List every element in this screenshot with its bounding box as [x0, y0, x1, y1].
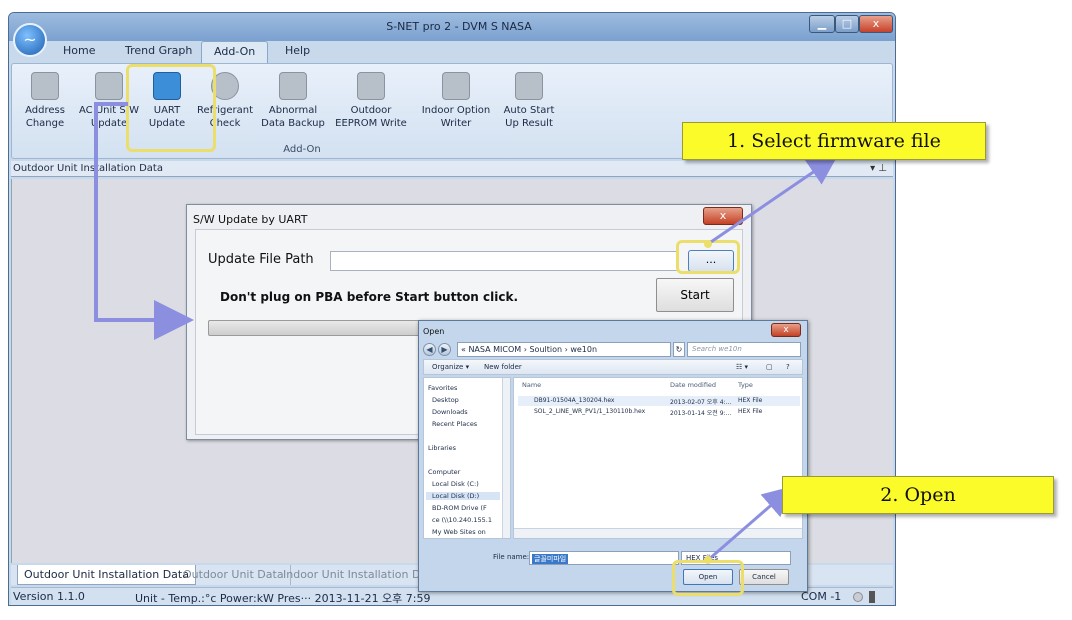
- tab-home[interactable]: Home: [63, 44, 95, 57]
- dialog-close-button[interactable]: x: [703, 207, 743, 225]
- auto-start-up-result-button[interactable]: Auto Start Up Result: [496, 68, 562, 144]
- panel-header: Outdoor Unit Installation Data ▾ ⊥: [11, 161, 893, 177]
- sidebar-item-local-disk-d[interactable]: Local Disk (D:): [426, 492, 500, 500]
- update-file-path-input[interactable]: [330, 251, 678, 271]
- file-name-input[interactable]: 글꼴미파일: [529, 551, 679, 565]
- tab-help[interactable]: Help: [285, 44, 310, 57]
- minimize-button[interactable]: ▁: [809, 15, 835, 33]
- sidebar-item-network-share[interactable]: ce (\\10.240.155.1: [432, 516, 492, 524]
- sidebar-item-my-web-sites[interactable]: My Web Sites on: [432, 528, 486, 536]
- pin-icon[interactable]: ▾ ⊥: [870, 161, 887, 176]
- ribbon-label: Data Backup: [261, 118, 325, 129]
- sidebar-item-local-disk-c[interactable]: Local Disk (C:): [432, 480, 479, 488]
- close-button[interactable]: x: [859, 15, 893, 33]
- address-change-button[interactable]: Address Change: [12, 68, 78, 144]
- callout-select-firmware: 1. Select firmware file: [682, 122, 986, 160]
- abnormal-data-backup-button[interactable]: Abnormal Data Backup: [260, 68, 326, 144]
- sidebar-item-downloads[interactable]: Downloads: [432, 408, 468, 416]
- file-type: HEX File: [738, 408, 763, 415]
- file-date: 2013-01-14 오전 9:...: [670, 410, 732, 417]
- open-dialog-title: Open: [423, 327, 445, 336]
- horizontal-scrollbar[interactable]: [514, 528, 802, 538]
- back-icon[interactable]: ◀: [423, 343, 436, 356]
- panel-title: Outdoor Unit Installation Data: [13, 163, 163, 174]
- layers-icon: [442, 72, 470, 100]
- sync-arrows-icon: [95, 72, 123, 100]
- open-dialog-toolbar: Organize ▾ New folder ☷ ▾ ▢ ?: [423, 359, 803, 375]
- sidebar-item-recent-places[interactable]: Recent Places: [432, 420, 477, 428]
- file-date: 2013-02-07 오후 4:...: [670, 399, 732, 406]
- sidebar-item-desktop[interactable]: Desktop: [432, 396, 459, 404]
- ribbon-label: Change: [25, 118, 65, 129]
- grip-icon: [869, 591, 875, 603]
- preview-pane-icon[interactable]: ▢: [766, 363, 773, 371]
- indoor-option-writer-button[interactable]: Indoor Option Writer: [418, 68, 494, 144]
- sidebar-item-computer[interactable]: Computer: [428, 468, 460, 476]
- menu-tabs: Home Trend Graph Add-On Help: [9, 41, 895, 64]
- status-units: Unit - Temp.:°c Power:kW Pres··· 2013-11…: [135, 592, 431, 605]
- file-name: SOL_2_LINE_WR_PV1/1_130110b.hex: [534, 408, 646, 415]
- column-date-modified[interactable]: Date modified: [670, 381, 716, 389]
- file-row[interactable]: DB91-01504A_130204.hex 2013-02-07 오후 4:.…: [518, 396, 800, 406]
- organize-button[interactable]: Organize ▾: [432, 363, 469, 371]
- sidebar-item-favorites[interactable]: Favorites: [428, 384, 457, 392]
- file-type: HEX File: [738, 397, 763, 404]
- ribbon-label: Address: [25, 105, 65, 116]
- new-folder-button[interactable]: New folder: [484, 363, 522, 371]
- dialog-title: S/W Update by UART: [193, 213, 308, 226]
- file-name-value: 글꼴미파일: [532, 554, 569, 564]
- pulse-icon[interactable]: ~: [13, 23, 47, 57]
- ribbon-label: Auto Start: [503, 105, 555, 116]
- report-search-icon: [515, 72, 543, 100]
- sidebar-item-bd-rom[interactable]: BD-ROM Drive (F: [432, 504, 487, 512]
- ribbon-label: Writer: [440, 118, 472, 129]
- ribbon-label: Up Result: [505, 118, 553, 129]
- file-name: DB91-01504A_130204.hex: [534, 397, 615, 404]
- sidebar-scrollbar[interactable]: [502, 378, 510, 538]
- ribbon-label: Abnormal: [268, 105, 318, 116]
- navigation-bar: ◀ ▶ « NASA MICOM › Soultion › we10n ↻ Se…: [423, 341, 803, 357]
- sidebar-item-libraries[interactable]: Libraries: [428, 444, 456, 452]
- uart-update-highlight: [126, 64, 216, 152]
- ribbon-label: Indoor Option: [421, 105, 491, 116]
- update-file-path-label: Update File Path: [208, 252, 314, 267]
- open-highlight: [672, 560, 744, 596]
- screenshot-root: S-NET pro 2 - DVM S NASA ▁ □ x ~ Home Tr…: [0, 0, 1072, 620]
- column-type[interactable]: Type: [738, 381, 753, 389]
- callout-open: 2. Open: [782, 476, 1054, 514]
- status-version: Version 1.1.0: [13, 590, 85, 603]
- tab-trend-graph[interactable]: Trend Graph: [125, 44, 192, 57]
- refresh-icon[interactable]: ↻: [673, 342, 685, 357]
- tab-add-on[interactable]: Add-On: [201, 41, 269, 64]
- search-input[interactable]: Search we10n: [687, 342, 801, 357]
- tab-outdoor-unit-installation-data[interactable]: Outdoor Unit Installation Data: [17, 565, 196, 585]
- file-row[interactable]: SOL_2_LINE_WR_PV1/1_130110b.hex 2013-01-…: [518, 407, 800, 417]
- navigation-pane: Favorites Desktop Downloads Recent Place…: [423, 377, 511, 539]
- file-name-label: File name:: [493, 553, 530, 561]
- help-icon[interactable]: ?: [786, 363, 790, 371]
- title-bar: S-NET pro 2 - DVM S NASA ▁ □ x: [9, 13, 895, 41]
- connection-led-icon: [853, 592, 863, 602]
- download-tray-icon: [279, 72, 307, 100]
- eeprom-chip-icon: [357, 72, 385, 100]
- outdoor-eeprom-write-button[interactable]: Outdoor EEPROM Write: [334, 68, 408, 144]
- cancel-button[interactable]: Cancel: [739, 569, 789, 585]
- start-button[interactable]: Start: [656, 278, 734, 312]
- pba-warning: Don't plug on PBA before Start button cl…: [220, 290, 519, 304]
- address-bar[interactable]: « NASA MICOM › Soultion › we10n: [457, 342, 671, 357]
- browse-highlight: [676, 240, 740, 274]
- window-title: S-NET pro 2 - DVM S NASA: [386, 20, 532, 33]
- address-change-icon: [31, 72, 59, 100]
- ribbon-group-label: Add-On: [283, 144, 321, 155]
- view-options-icon[interactable]: ☷ ▾: [736, 363, 748, 371]
- ribbon-label: Outdoor: [350, 105, 392, 116]
- maximize-button[interactable]: □: [835, 15, 859, 33]
- tab-outdoor-unit-data[interactable]: Outdoor Unit Data: [177, 565, 291, 585]
- ribbon-label: EEPROM Write: [335, 118, 407, 129]
- column-name[interactable]: Name: [522, 381, 541, 389]
- file-list: Name Date modified Type DB91-01504A_1302…: [513, 377, 803, 539]
- open-file-dialog: Open x ◀ ▶ « NASA MICOM › Soultion › we1…: [418, 320, 808, 592]
- open-dialog-close-button[interactable]: x: [771, 323, 801, 337]
- forward-icon[interactable]: ▶: [438, 343, 451, 356]
